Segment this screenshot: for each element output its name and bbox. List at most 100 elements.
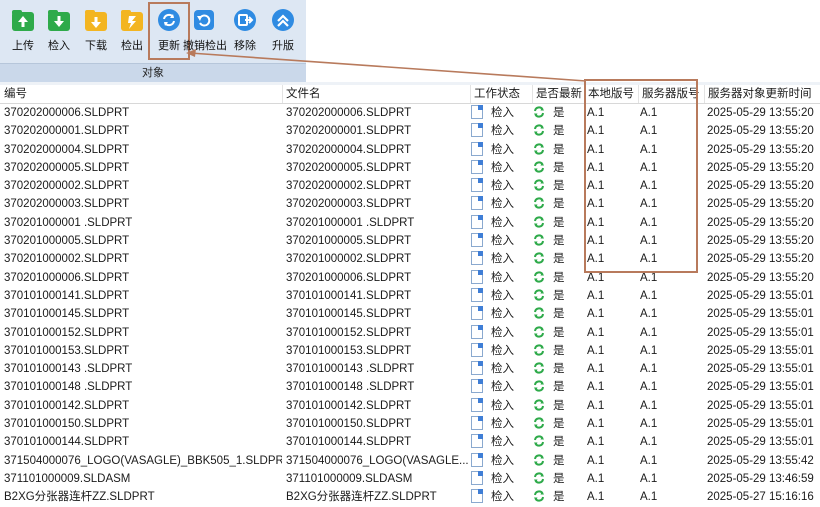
cell-work-status: 检入 (471, 250, 531, 268)
cell-local-version-text: A.1 (587, 253, 605, 266)
cell-server-update-time-text: 2025-05-29 13:55:20 (707, 161, 814, 174)
cell-work-status-text: 检入 (491, 491, 514, 504)
table-row[interactable]: 370202000004.SLDPRT 370202000004.SLDPRT 检入… (0, 141, 820, 159)
table-row[interactable]: 370101000152.SLDPRT 370101000152.SLDPRT 检入… (0, 324, 820, 342)
column-header-local-version[interactable]: 本地版号 (584, 85, 638, 103)
table-row[interactable]: 370101000142.SLDPRT 370101000142.SLDPRT 检入… (0, 397, 820, 415)
table-row[interactable]: 370202000002.SLDPRT 370202000002.SLDPRT 检入… (0, 177, 820, 195)
cell-server-update-time: 2025-05-29 13:55:01 (707, 287, 820, 305)
toolbar-button-7[interactable]: 升版 (264, 4, 302, 58)
table-row[interactable]: 370101000144.SLDPRT 370101000144.SLDPRT 检入… (0, 433, 820, 451)
table-row[interactable]: 370201000002.SLDPRT 370201000002.SLDPRT 检入… (0, 250, 820, 268)
table-row[interactable]: 370101000153.SLDPRT 370101000153.SLDPRT 检入… (0, 342, 820, 360)
cell-filename-text: 370202000004.SLDPRT (286, 143, 412, 156)
table-row[interactable]: 370101000141.SLDPRT 370101000141.SLDPRT 检入… (0, 287, 820, 305)
cell-local-version: A.1 (587, 305, 637, 323)
table-row[interactable]: B2XG分张器连杆ZZ.SLDPRT B2XG分张器连杆ZZ.SLDPRT 检入 是 A… (0, 488, 820, 506)
cell-code: 370101000152.SLDPRT (4, 324, 282, 342)
table-row[interactable]: 370101000143 .SLDPRT 370101000143 .SLDPRT… (0, 360, 820, 378)
cell-local-version: A.1 (587, 324, 637, 342)
cell-is-latest-text: 是 (553, 107, 565, 119)
document-icon (471, 105, 483, 119)
toolbar-button-0[interactable]: 上传 (4, 4, 42, 58)
cell-code: 370101000142.SLDPRT (4, 397, 282, 415)
toolbar-button-3[interactable]: 检出 (113, 4, 151, 58)
column-header-code[interactable]: 编号 (0, 85, 282, 103)
cell-local-version: A.1 (587, 195, 637, 213)
cell-server-version: A.1 (640, 232, 704, 250)
cell-server-update-time-text: 2025-05-29 13:55:01 (707, 308, 814, 321)
cell-local-version-text: A.1 (587, 180, 605, 193)
table-row[interactable]: 371504000076_LOGO(VASAGLE)_BBK505_1.SLDP… (0, 452, 820, 470)
cell-is-latest-text: 是 (553, 143, 565, 156)
cell-server-version-text: A.1 (640, 399, 658, 412)
toolbar-button-2[interactable]: 下载 (77, 4, 115, 58)
download-icon (83, 7, 109, 33)
sync-icon (532, 379, 546, 393)
cell-is-latest: 是 (532, 141, 584, 159)
cell-work-status: 检入 (471, 122, 531, 140)
toolbar-button-6[interactable]: 移除 (226, 4, 264, 58)
document-icon (471, 269, 483, 284)
cell-code: 370201000005.SLDPRT (4, 232, 282, 250)
cell-filename: 370201000006.SLDPRT (286, 269, 468, 287)
cell-filename: 370202000005.SLDPRT (286, 159, 468, 177)
cell-is-latest: 是 (532, 159, 584, 177)
cell-filename: 370202000002.SLDPRT (286, 177, 468, 195)
cell-code-text: 370101000144.SLDPRT (4, 436, 130, 449)
cell-server-update-time-text: 2025-05-29 13:55:01 (707, 399, 814, 412)
cell-is-latest-text: 是 (553, 161, 565, 174)
cell-server-version: A.1 (640, 452, 704, 470)
cell-server-version: A.1 (640, 470, 704, 488)
table-row[interactable]: 371101000009.SLDASM 371101000009.SLDASM 检入… (0, 470, 820, 488)
cell-is-latest: 是 (532, 397, 584, 415)
cell-filename: 371504000076_LOGO(VASAGLE... (286, 452, 468, 470)
table-row[interactable]: 370201000005.SLDPRT 370201000005.SLDPRT 检入… (0, 232, 820, 250)
table-row[interactable]: 370202000001.SLDPRT 370202000001.SLDPRT 检入… (0, 122, 820, 140)
document-icon (471, 434, 483, 449)
cell-server-version-text: A.1 (640, 381, 658, 394)
cell-code-text: 370202000005.SLDPRT (4, 161, 130, 174)
cell-is-latest-text: 是 (553, 271, 565, 284)
table-row[interactable]: 370201000001 .SLDPRT 370201000001 .SLDPRT… (0, 214, 820, 232)
cell-filename-text: 370101000141.SLDPRT (286, 289, 412, 302)
cell-code: 370101000153.SLDPRT (4, 342, 282, 360)
cell-server-version: A.1 (640, 287, 704, 305)
table-row[interactable]: 370101000150.SLDPRT 370101000150.SLDPRT 检入… (0, 415, 820, 433)
column-header-filename[interactable]: 文件名 (282, 85, 470, 103)
cell-filename-text: 370101000143 .SLDPRT (286, 363, 415, 376)
toolbar-button-5[interactable]: 撤销检出 (183, 4, 227, 58)
column-header-server-version[interactable]: 服务器版号 (638, 85, 704, 103)
cell-server-update-time: 2025-05-29 13:55:20 (707, 250, 820, 268)
cell-server-update-time-text: 2025-05-29 13:55:01 (707, 436, 814, 449)
table-row[interactable]: 370202000006.SLDPRT 370202000006.SLDPRT 检入… (0, 104, 820, 122)
cell-work-status: 检入 (471, 360, 531, 378)
table-row[interactable]: 370201000006.SLDPRT 370201000006.SLDPRT 检入… (0, 269, 820, 287)
table-row[interactable]: 370101000148 .SLDPRT 370101000148 .SLDPRT… (0, 378, 820, 396)
cell-local-version: A.1 (587, 177, 637, 195)
cell-work-status-text: 检入 (491, 326, 514, 339)
sync-icon (532, 215, 546, 229)
cell-code: 370202000002.SLDPRT (4, 177, 282, 195)
table-row[interactable]: 370202000003.SLDPRT 370202000003.SLDPRT 检入… (0, 195, 820, 213)
column-header-server-update-time[interactable]: 服务器对象更新时间 (704, 85, 820, 103)
cell-filename: 370202000001.SLDPRT (286, 122, 468, 140)
cell-code: 370201000001 .SLDPRT (4, 214, 282, 232)
cell-local-version: A.1 (587, 141, 637, 159)
document-icon (471, 306, 483, 321)
cell-work-status-text: 检入 (491, 253, 514, 266)
cell-is-latest-text: 是 (553, 399, 565, 412)
cell-local-version: A.1 (587, 452, 637, 470)
sync-icon (532, 306, 546, 320)
cell-work-status-text: 检入 (491, 143, 514, 156)
table-row[interactable]: 370101000145.SLDPRT 370101000145.SLDPRT 检入… (0, 305, 820, 323)
sync-icon (532, 105, 546, 119)
column-header-is-latest[interactable]: 是否最新 (532, 85, 584, 103)
toolbar-button-1[interactable]: 检入 (40, 4, 78, 58)
sync-icon (532, 489, 546, 503)
cell-local-version-text: A.1 (587, 235, 605, 248)
column-header-work-status[interactable]: 工作状态 (470, 85, 532, 103)
cell-code-text: 370202000001.SLDPRT (4, 125, 130, 138)
cell-work-status-text: 检入 (491, 381, 514, 394)
table-row[interactable]: 370202000005.SLDPRT 370202000005.SLDPRT 检入… (0, 159, 820, 177)
